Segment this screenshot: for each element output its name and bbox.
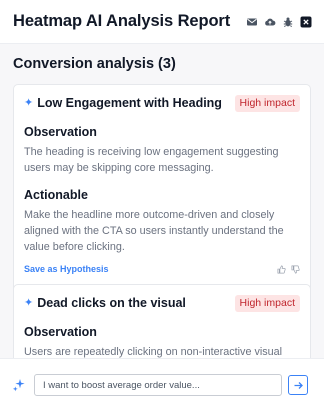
observation-text: The heading is receiving low engagement …	[24, 146, 279, 174]
section-title: Conversion analysis (3)	[13, 56, 176, 72]
insight-card: ✦ Low Engagement with Heading High impac…	[13, 84, 311, 317]
actionable-heading: Actionable	[24, 188, 88, 202]
sparkle-icon: ✦	[24, 96, 34, 109]
close-icon[interactable]	[300, 16, 312, 28]
thumbs-up-icon[interactable]	[277, 265, 286, 274]
feedback-buttons	[277, 265, 300, 274]
analysis-content[interactable]: Conversion analysis (3) ✦ Low Engagement…	[0, 44, 324, 358]
prompt-input[interactable]	[34, 374, 282, 396]
card-title: Dead clicks on the visual	[37, 296, 186, 310]
card-header: ✦ Low Engagement with Heading High impac…	[24, 88, 300, 118]
card-header: ✦ Dead clicks on the visual High impact	[24, 288, 300, 318]
impact-badge: High impact	[234, 94, 300, 112]
actionable-text: Make the headline more outcome-driven an…	[24, 209, 284, 253]
impact-badge: High impact	[234, 294, 300, 312]
card-title-wrap: ✦ Low Engagement with Heading	[24, 96, 222, 110]
report-title: Heatmap AI Analysis Report	[13, 12, 231, 30]
cloud-upload-icon[interactable]	[264, 16, 276, 28]
bug-icon[interactable]	[282, 16, 294, 28]
observation-text: Users are repeatedly clicking on non-int…	[24, 346, 283, 358]
insight-card: ✦ Dead clicks on the visual High impact …	[13, 284, 311, 358]
save-hypothesis-link[interactable]: Save as Hypothesis	[24, 264, 109, 274]
card-footer: Save as Hypothesis	[24, 264, 300, 274]
sparkle-icon: ✦	[24, 296, 34, 309]
report-header: Heatmap AI Analysis Report	[0, 0, 324, 44]
thumbs-down-icon[interactable]	[291, 265, 300, 274]
observation-heading: Observation	[24, 325, 97, 339]
prompt-bar	[0, 358, 324, 411]
card-title-wrap: ✦ Dead clicks on the visual	[24, 296, 186, 310]
mail-icon[interactable]	[246, 16, 258, 28]
observation-heading: Observation	[24, 125, 97, 139]
send-button[interactable]	[288, 375, 308, 395]
arrow-right-icon	[294, 381, 303, 389]
header-actions	[246, 16, 312, 28]
ai-sparkles-icon	[12, 378, 26, 392]
card-title: Low Engagement with Heading	[37, 96, 222, 110]
